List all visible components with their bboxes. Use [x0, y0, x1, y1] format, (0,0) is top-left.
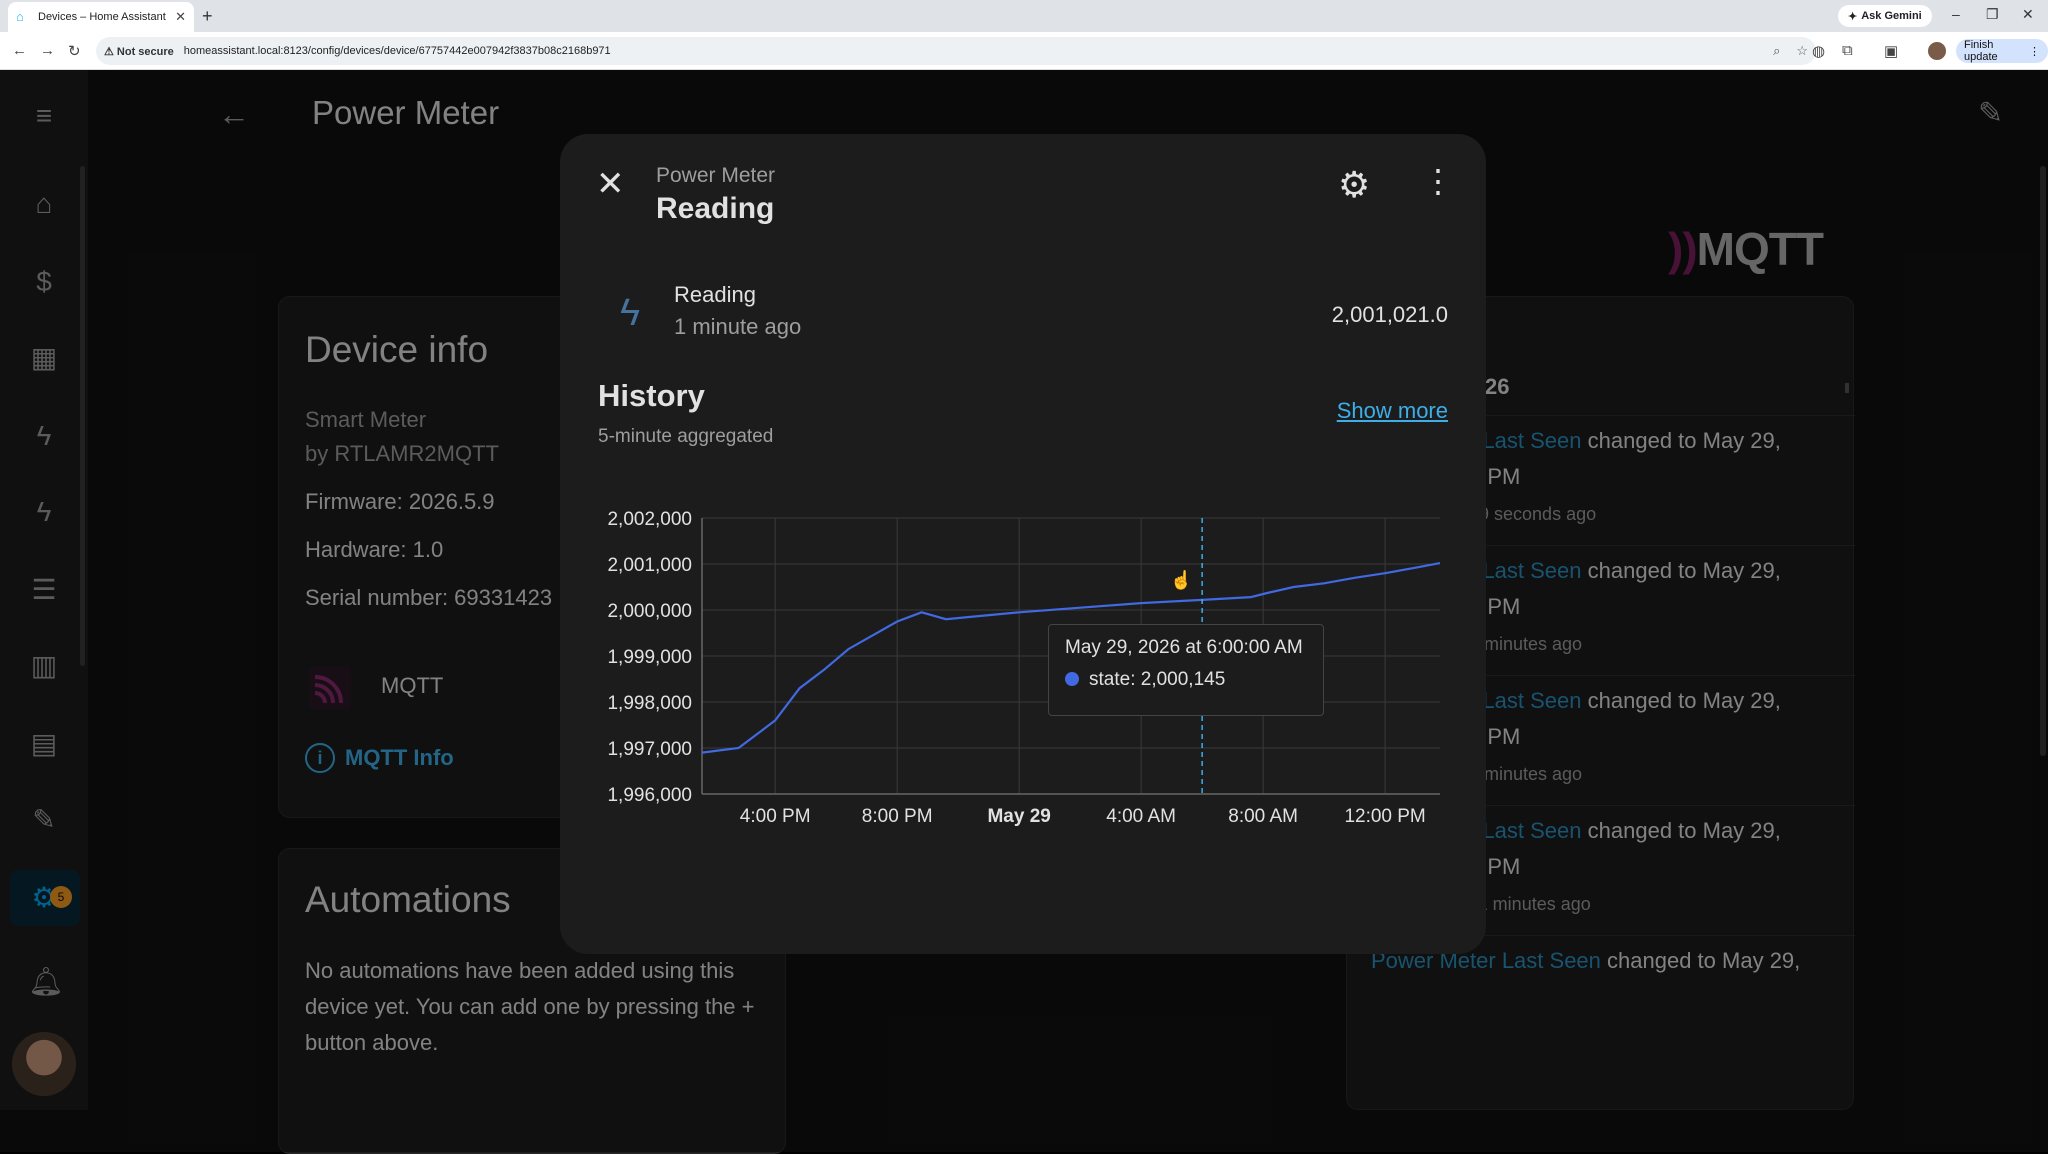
x-tick-label: 8:00 AM — [1228, 806, 1298, 827]
sidepanel-icon[interactable]: ▣ — [1884, 42, 1898, 60]
url-text: homeassistant.local:8123/config/devices/… — [183, 45, 611, 57]
x-tick-label: 12:00 PM — [1344, 806, 1425, 827]
x-tick-label: 4:00 PM — [740, 806, 811, 827]
history-line-chart[interactable]: 1,996,000 1,997,000 1,998,000 1,999,000 2,00… — [560, 472, 1486, 892]
more-info-dialog: ✕ Power Meter Reading ⚙ ⋮ ϟ Reading 1 mi… — [560, 134, 1486, 954]
browser-profile-avatar[interactable] — [1928, 42, 1946, 60]
close-tab-icon[interactable]: ✕ — [175, 9, 186, 25]
url-input[interactable]: ⚠ Not secure homeassistant.local:8123/co… — [96, 37, 1816, 65]
y-tick-label: 1,997,000 — [607, 739, 692, 760]
history-title: History — [598, 378, 705, 413]
home-assistant-favicon-icon: ⌂ — [16, 9, 24, 24]
show-more-link[interactable]: Show more — [1337, 398, 1448, 424]
y-tick-label: 1,999,000 — [607, 647, 692, 668]
new-tab-button[interactable]: + — [202, 6, 213, 27]
browser-tab[interactable]: ⌂ Devices – Home Assistant ✕ — [8, 2, 194, 32]
dialog-title: Reading — [656, 192, 775, 225]
dialog-more-options-icon[interactable]: ⋮ — [1422, 162, 1454, 200]
state-last-changed: 1 minute ago — [674, 314, 802, 339]
browser-tab-bar: ⌂ Devices – Home Assistant ✕ + ✦ Ask Gemi… — [0, 0, 2048, 32]
close-window-icon[interactable]: ✕ — [2022, 6, 2034, 23]
lightning-bolt-icon: ϟ — [620, 292, 641, 334]
tooltip-value-row: state: 2,000,145 — [1065, 669, 1307, 691]
address-bar-row: ← → ↻ ⚠ Not secure homeassistant.local:8… — [0, 32, 2048, 70]
x-tick-label: May 29 — [987, 806, 1050, 827]
restore-icon[interactable]: ❐ — [1986, 6, 1999, 23]
extension-icon[interactable]: ◍ — [1812, 42, 1825, 60]
settings-gear-icon[interactable]: ⚙ — [1338, 164, 1370, 206]
bookmark-star-icon[interactable]: ☆ — [1796, 43, 1808, 59]
back-nav-icon[interactable]: ← — [12, 42, 27, 59]
not-secure-badge[interactable]: ⚠ Not secure — [104, 45, 174, 58]
history-subtitle: 5-minute aggregated — [598, 426, 774, 447]
series-dot-icon — [1065, 672, 1079, 686]
tooltip-title: May 29, 2026 at 6:00:00 AM — [1065, 637, 1303, 658]
mouse-cursor-icon: ☝ — [1170, 570, 1193, 590]
y-tick-label: 2,001,000 — [607, 555, 692, 576]
state-entity-name: Reading — [674, 282, 756, 307]
finish-update-button[interactable]: Finish update ⋮ — [1956, 39, 2048, 63]
zoom-icon[interactable]: ⌕ — [1773, 43, 1780, 59]
reload-icon[interactable]: ↻ — [68, 42, 81, 60]
y-tick-label: 2,000,000 — [607, 601, 692, 622]
puzzle-icon[interactable]: ⧉ — [1842, 42, 1853, 59]
y-tick-label: 1,998,000 — [607, 693, 692, 714]
sparkle-icon: ✦ — [1848, 10, 1858, 23]
x-tick-label: 8:00 PM — [862, 806, 933, 827]
chart-tooltip: May 29, 2026 at 6:00:00 AM state: 2,000,… — [1048, 624, 1324, 716]
close-icon[interactable]: ✕ — [596, 164, 625, 204]
x-tick-label: 4:00 AM — [1106, 806, 1176, 827]
forward-nav-icon[interactable]: → — [40, 42, 55, 59]
y-tick-label: 1,996,000 — [607, 785, 692, 806]
minimize-icon[interactable]: – — [1952, 6, 1960, 22]
state-value: 2,001,021.0 — [1331, 302, 1448, 327]
ask-gemini-button[interactable]: ✦ Ask Gemini — [1838, 5, 1932, 27]
dialog-subtitle: Power Meter — [656, 164, 776, 187]
tab-title: Devices – Home Assistant — [38, 11, 166, 23]
y-tick-label: 2,002,000 — [607, 509, 692, 530]
